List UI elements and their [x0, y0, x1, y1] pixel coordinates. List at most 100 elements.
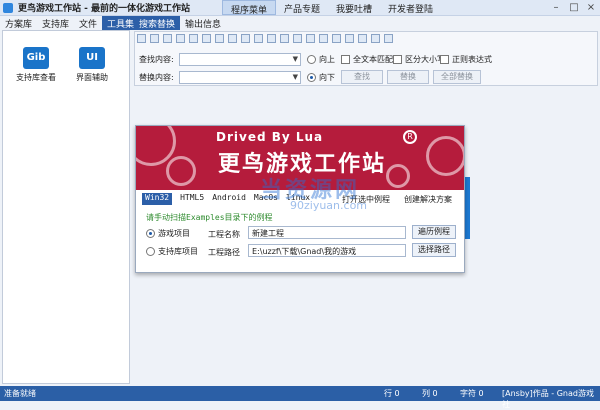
open-file-icon[interactable]: [150, 34, 159, 43]
banner-decoration: [426, 136, 464, 176]
stop-icon[interactable]: [384, 34, 393, 43]
outdent-icon[interactable]: [254, 34, 263, 43]
radio-dot: [307, 73, 316, 82]
tool-label: 界面辅助: [76, 73, 108, 82]
choose-path-button[interactable]: 选择路径: [412, 243, 456, 257]
gib-icon: Gib: [23, 47, 49, 69]
menu-feedback[interactable]: 我要吐槽: [328, 0, 380, 15]
scan-hint: 请手动扫描Examples目录下的例程: [146, 212, 273, 223]
menu-products[interactable]: 产品专题: [276, 0, 328, 15]
radio-label: 支持库项目: [158, 247, 198, 256]
status-col: 列 0: [422, 389, 438, 398]
editor-toolbar: [137, 34, 393, 48]
tab-files[interactable]: 文件: [74, 16, 102, 30]
paste-icon[interactable]: [332, 34, 341, 43]
dialog-side-strip: [465, 177, 470, 239]
new-file-icon[interactable]: [137, 34, 146, 43]
checkbox-box: [440, 55, 449, 64]
list-icon[interactable]: [228, 34, 237, 43]
toolset-panel: Gib 支持库查看 UI 界面辅助: [2, 30, 130, 384]
maximize-icon[interactable]: □: [566, 1, 582, 14]
hint-text: 目录下的例程: [224, 213, 273, 222]
radio-dot: [307, 55, 316, 64]
project-name-input[interactable]: 新建工程: [248, 226, 406, 239]
checkbox-label: 正则表达式: [452, 55, 492, 64]
registered-icon: R: [403, 130, 417, 144]
replace-label: 替换内容:: [139, 73, 174, 82]
create-solution-link[interactable]: 创建解决方案: [404, 194, 452, 205]
find-label: 查找内容:: [139, 55, 174, 64]
undo-icon[interactable]: [345, 34, 354, 43]
bookmark-icon[interactable]: [293, 34, 302, 43]
left-tabs: 方案库 支持库 文件 工具集: [0, 16, 140, 30]
replace-button[interactable]: 替换: [387, 70, 429, 84]
radio-down-label: 向下: [319, 73, 335, 82]
status-text: 准备就绪: [4, 389, 36, 398]
tab-output[interactable]: 输出信息: [180, 16, 226, 30]
refresh-icon[interactable]: [189, 34, 198, 43]
find-input[interactable]: ▼: [179, 53, 301, 66]
tab-win32[interactable]: Win32: [142, 193, 173, 205]
checkbox-fulltext[interactable]: 全文本匹配: [341, 54, 393, 65]
app-icon: [3, 2, 13, 13]
minimize-icon[interactable]: –: [548, 1, 564, 14]
radio-dot: [146, 247, 155, 256]
replace-all-button[interactable]: 全部替换: [433, 70, 481, 84]
window-title: 更鸟游戏工作站 - 最前的一体化游戏工作站: [18, 4, 191, 14]
menu-developer-login[interactable]: 开发者登陆: [380, 0, 441, 15]
project-path-input[interactable]: E:\uzzf\下载\Gnad\我的游戏: [248, 244, 406, 257]
right-tabs: 搜索替换 输出信息: [134, 16, 226, 30]
radio-label: 游戏项目: [158, 229, 190, 238]
chevron-down-icon: ▼: [292, 73, 298, 81]
tab-libraries[interactable]: 支持库: [37, 16, 74, 30]
menu-bar: 程序菜单 产品专题 我要吐槽 开发者登陆: [222, 0, 441, 16]
radio-lib-project[interactable]: 支持库项目: [146, 246, 198, 257]
settings-icon[interactable]: [371, 34, 380, 43]
checkbox-box: [341, 55, 350, 64]
checkbox-regex[interactable]: 正则表达式: [440, 54, 492, 65]
tool-ui-helper[interactable]: UI 界面辅助: [67, 47, 117, 83]
tab-search-replace[interactable]: 搜索替换: [134, 16, 181, 30]
project-name-label: 工程名称: [208, 230, 240, 239]
comment-icon[interactable]: [267, 34, 276, 43]
radio-up[interactable]: 向上: [307, 54, 335, 65]
copy-icon[interactable]: [319, 34, 328, 43]
run-icon[interactable]: [215, 34, 224, 43]
checkbox-case[interactable]: 区分大小写: [393, 54, 445, 65]
status-credit: [Ansby]作品 - Gnad游戏社: [502, 389, 594, 409]
status-bar: 准备就绪 行 0 列 0 字符 0 [Ansby]作品 - Gnad游戏社: [0, 386, 600, 409]
find-button[interactable]: 查找: [341, 70, 383, 84]
radio-dot: [146, 229, 155, 238]
save-icon[interactable]: [163, 34, 172, 43]
banner-decoration: [386, 164, 410, 188]
redo-icon[interactable]: [358, 34, 367, 43]
radio-game-project[interactable]: 游戏项目: [146, 228, 190, 239]
hint-text: 请手动扫描: [146, 213, 186, 222]
tab-android[interactable]: Android: [212, 193, 246, 205]
close-icon[interactable]: ×: [583, 1, 599, 14]
uncomment-icon[interactable]: [280, 34, 289, 43]
watermark-url: 90ziyuan.com: [290, 199, 368, 212]
tab-solutions[interactable]: 方案库: [0, 16, 37, 30]
search-replace-panel: 查找内容: ▼ 替换内容: ▼ 向上 向下 全文本匹配 区分大小写 正则表达式 …: [134, 31, 598, 86]
tab-html5[interactable]: HTML5: [180, 193, 204, 205]
browse-examples-button[interactable]: 遍历例程: [412, 225, 456, 239]
status-chars: 字符 0: [460, 389, 484, 398]
cut-icon[interactable]: [306, 34, 315, 43]
tool-library-viewer[interactable]: Gib 支持库查看: [11, 47, 61, 83]
banner-subtitle: Drived By Lua: [216, 130, 324, 144]
checkbox-label: 区分大小写: [405, 55, 445, 64]
banner-decoration: [166, 156, 196, 186]
compile-icon[interactable]: [202, 34, 211, 43]
radio-up-label: 向上: [319, 55, 335, 64]
checkbox-box: [393, 55, 402, 64]
checkbox-label: 全文本匹配: [353, 55, 393, 64]
hint-folder: Examples: [186, 213, 225, 222]
menu-program[interactable]: 程序菜单: [222, 0, 277, 16]
status-row: 行 0: [384, 389, 400, 398]
chevron-down-icon: ▼: [292, 55, 298, 63]
replace-input[interactable]: ▼: [179, 71, 301, 84]
radio-down[interactable]: 向下: [307, 72, 335, 83]
save-all-icon[interactable]: [176, 34, 185, 43]
indent-icon[interactable]: [241, 34, 250, 43]
